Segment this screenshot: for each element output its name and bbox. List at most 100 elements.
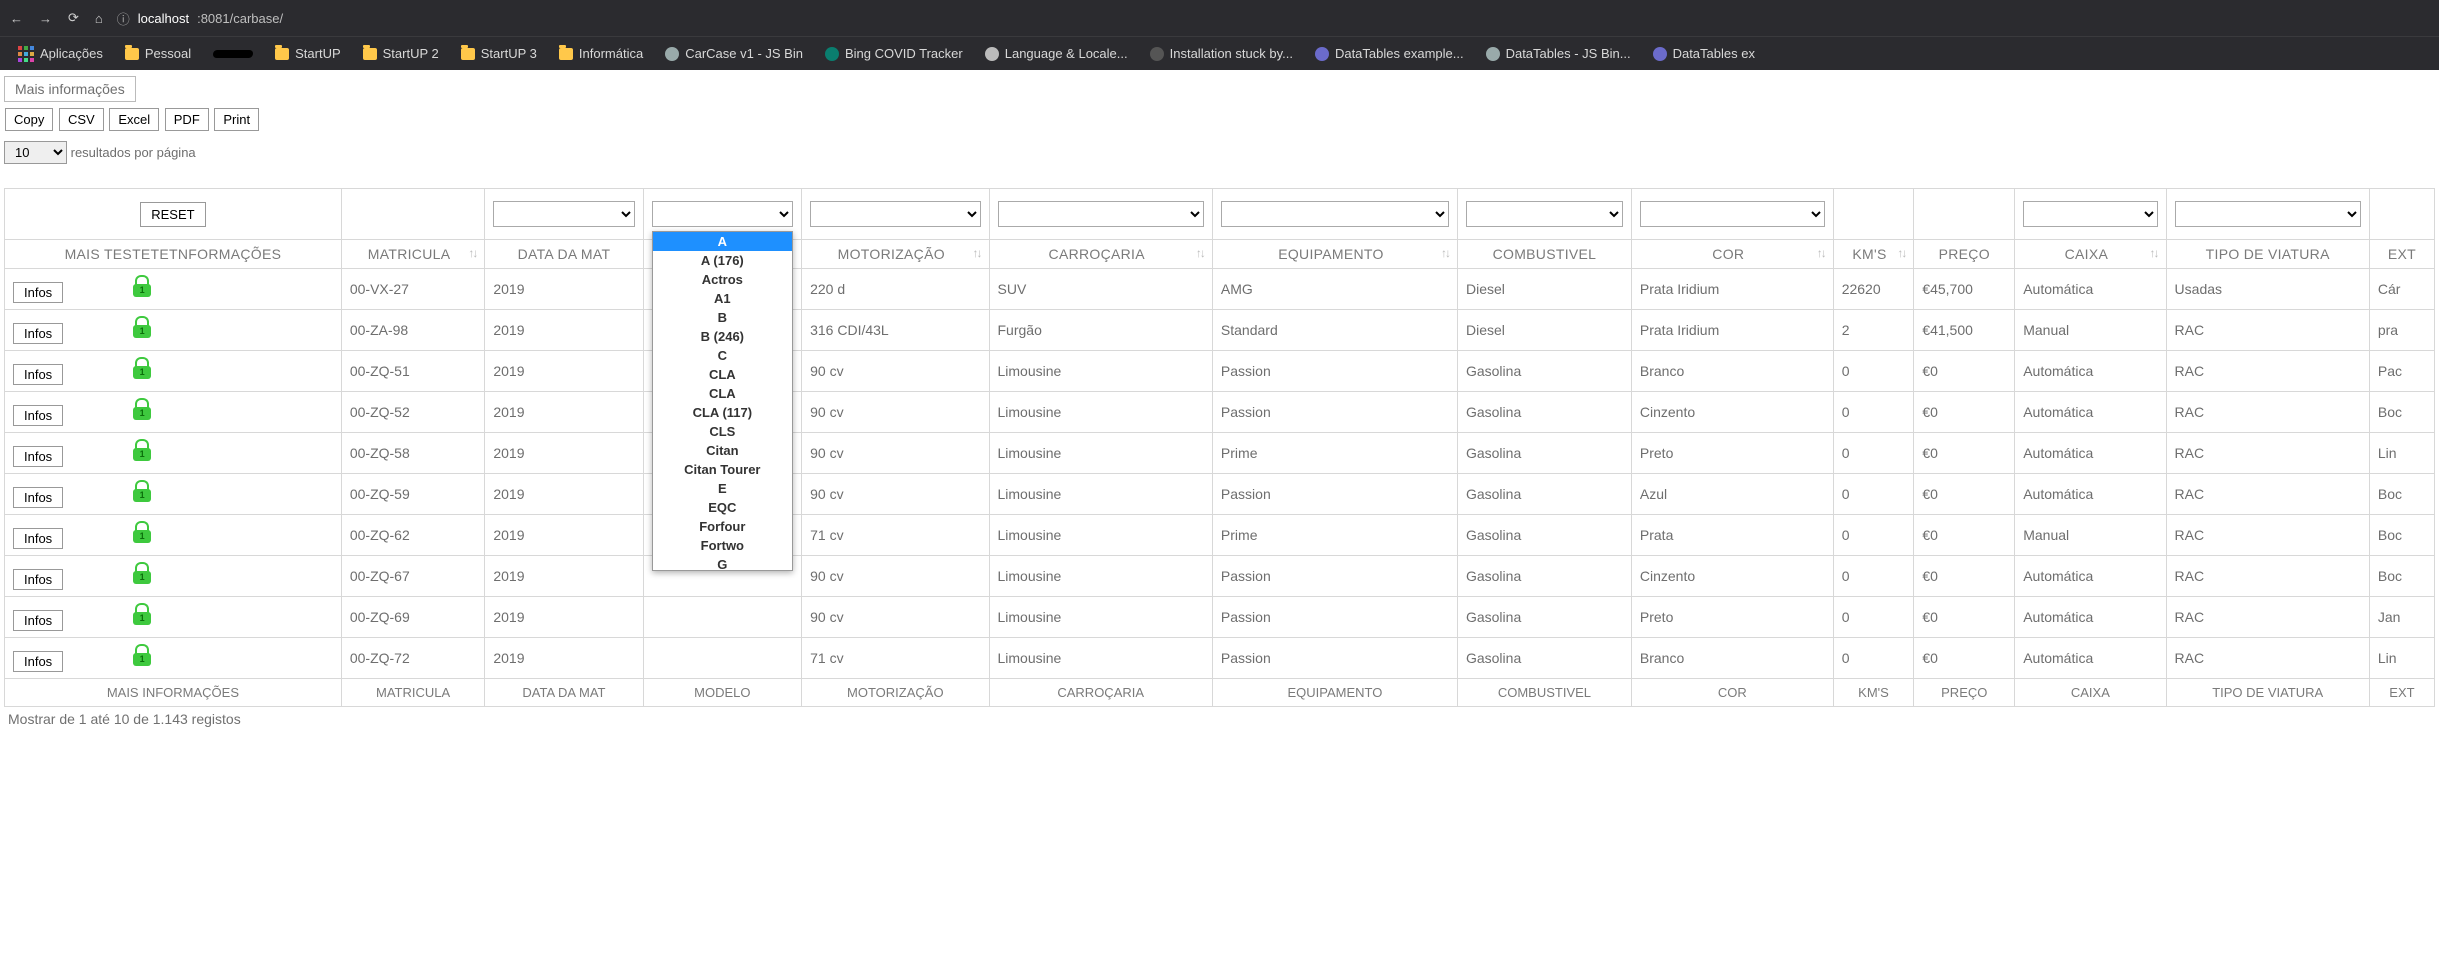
- filter-equipamento[interactable]: [1221, 201, 1449, 227]
- col-header-caixa[interactable]: CAIXA↑↓: [2015, 240, 2166, 269]
- page-length-select[interactable]: 10: [4, 141, 67, 164]
- modelo-option[interactable]: C: [653, 346, 793, 365]
- back-icon[interactable]: ←: [10, 11, 23, 26]
- bookmark-item[interactable]: Installation stuck by...: [1142, 42, 1301, 65]
- bookmark-item[interactable]: DataTables - JS Bin...: [1478, 42, 1639, 65]
- modelo-option[interactable]: CLS: [653, 422, 793, 441]
- col-header-info[interactable]: MAIS TESTETETNFORMAÇÕES: [5, 240, 342, 269]
- modelo-option[interactable]: Citan: [653, 441, 793, 460]
- table-row: Infos00-ZQ-52201990 cvLimousinePassionGa…: [5, 392, 2435, 433]
- modelo-option[interactable]: Actros: [653, 270, 793, 289]
- csv-button[interactable]: CSV: [59, 108, 104, 131]
- filter-modelo[interactable]: [652, 201, 794, 227]
- cell-motorizacao: 220 d: [802, 269, 989, 310]
- col-header-ext[interactable]: EXT: [2369, 240, 2434, 269]
- bookmark-item[interactable]: Language & Locale...: [977, 42, 1136, 65]
- modelo-option[interactable]: Citan Tourer: [653, 460, 793, 479]
- filter-cor[interactable]: [1640, 201, 1825, 227]
- infos-button[interactable]: Infos: [13, 405, 63, 426]
- modelo-option[interactable]: Forfour: [653, 517, 793, 536]
- infos-button[interactable]: Infos: [13, 364, 63, 385]
- infos-button[interactable]: Infos: [13, 610, 63, 631]
- filter-tipo[interactable]: [2175, 201, 2361, 227]
- col-header-kms[interactable]: KM'S↑↓: [1833, 240, 1914, 269]
- modelo-option[interactable]: Fortwo: [653, 536, 793, 555]
- cell-kms: 0: [1833, 638, 1914, 679]
- reload-icon[interactable]: ⟳: [68, 10, 79, 26]
- filter-carrocaria[interactable]: [998, 201, 1204, 227]
- cell-data-mat: 2019: [485, 515, 643, 556]
- cell-tipo: RAC: [2166, 597, 2369, 638]
- infos-button[interactable]: Infos: [13, 282, 63, 303]
- filter-caixa[interactable]: [2023, 201, 2157, 227]
- modelo-option[interactable]: CLA: [653, 365, 793, 384]
- filter-combustivel[interactable]: [1466, 201, 1623, 227]
- bookmark-item[interactable]: DataTables example...: [1307, 42, 1472, 65]
- lock-icon: [133, 398, 151, 420]
- bookmark-item[interactable]: DataTables ex: [1645, 42, 1763, 65]
- bookmark-item[interactable]: StartUP 2: [355, 42, 447, 65]
- cell-cor: Preto: [1631, 433, 1833, 474]
- folder-icon: [461, 48, 475, 60]
- modelo-option[interactable]: A1: [653, 289, 793, 308]
- cell-carrocaria: SUV: [989, 269, 1212, 310]
- filter-data-mat[interactable]: [493, 201, 634, 227]
- modelo-option[interactable]: G: [653, 555, 793, 571]
- col-header-tipo[interactable]: TIPO DE VIATURA: [2166, 240, 2369, 269]
- col-header-cor[interactable]: COR↑↓: [1631, 240, 1833, 269]
- cell-ext: pra: [2369, 310, 2434, 351]
- col-header-motorizacao[interactable]: MOTORIZAÇÃO↑↓: [802, 240, 989, 269]
- cell-carrocaria: Limousine: [989, 351, 1212, 392]
- home-icon[interactable]: ⌂: [95, 11, 103, 26]
- infos-button[interactable]: Infos: [13, 569, 63, 590]
- col-header-preco[interactable]: PREÇO: [1914, 240, 2015, 269]
- address-bar[interactable]: ⓘ localhost :8081/carbase/: [117, 9, 2429, 28]
- infos-button[interactable]: Infos: [13, 528, 63, 549]
- col-footer-preco: PREÇO: [1914, 679, 2015, 707]
- cell-ext: Lin: [2369, 433, 2434, 474]
- cell-cor: Azul: [1631, 474, 1833, 515]
- bookmark-item[interactable]: Informática: [551, 42, 651, 65]
- cell-kms: 0: [1833, 597, 1914, 638]
- modelo-option[interactable]: A: [653, 232, 793, 251]
- cell-ext: Boc: [2369, 556, 2434, 597]
- forward-icon[interactable]: →: [39, 11, 52, 26]
- col-header-matricula[interactable]: MATRICULA↑↓: [341, 240, 485, 269]
- infos-button[interactable]: Infos: [13, 651, 63, 672]
- modelo-option[interactable]: B: [653, 308, 793, 327]
- bookmark-item[interactable]: StartUP: [267, 42, 349, 65]
- col-header-data-mat[interactable]: DATA DA MAT: [485, 240, 643, 269]
- modelo-option[interactable]: EQC: [653, 498, 793, 517]
- excel-button[interactable]: Excel: [109, 108, 159, 131]
- infos-button[interactable]: Infos: [13, 323, 63, 344]
- table-row: Infos00-ZQ-72201971 cvLimousinePassionGa…: [5, 638, 2435, 679]
- reset-button[interactable]: RESET: [140, 202, 205, 227]
- filter-modelo-dropdown[interactable]: AA (176)ActrosA1BB (246)CCLACLACLA (117)…: [652, 231, 794, 571]
- infos-button[interactable]: Infos: [13, 446, 63, 467]
- cell-equipamento: Prime: [1212, 433, 1457, 474]
- bookmark-item[interactable]: CarCase v1 - JS Bin: [657, 42, 811, 65]
- col-footer-tipo: TIPO DE VIATURA: [2166, 679, 2369, 707]
- bookmark-item[interactable]: Aplicações: [10, 42, 111, 66]
- bookmark-item[interactable]: [205, 43, 261, 65]
- col-header-carrocaria[interactable]: CARROÇARIA↑↓: [989, 240, 1212, 269]
- col-header-combustivel[interactable]: COMBUSTIVEL: [1457, 240, 1631, 269]
- filter-motorizacao[interactable]: [810, 201, 980, 227]
- cell-kms: 0: [1833, 392, 1914, 433]
- cell-data-mat: 2019: [485, 310, 643, 351]
- site-icon: [1486, 47, 1500, 61]
- modelo-option[interactable]: E: [653, 479, 793, 498]
- modelo-option[interactable]: CLA (117): [653, 403, 793, 422]
- print-button[interactable]: Print: [214, 108, 259, 131]
- bookmark-item[interactable]: Bing COVID Tracker: [817, 42, 971, 65]
- copy-button[interactable]: Copy: [5, 108, 53, 131]
- col-header-equipamento[interactable]: EQUIPAMENTO↑↓: [1212, 240, 1457, 269]
- modelo-option[interactable]: A (176): [653, 251, 793, 270]
- infos-button[interactable]: Infos: [13, 487, 63, 508]
- modelo-option[interactable]: B (246): [653, 327, 793, 346]
- bookmark-item[interactable]: StartUP 3: [453, 42, 545, 65]
- bookmark-item[interactable]: Pessoal: [117, 42, 199, 65]
- pdf-button[interactable]: PDF: [165, 108, 209, 131]
- modelo-option[interactable]: CLA: [653, 384, 793, 403]
- info-icon[interactable]: ⓘ: [117, 9, 130, 28]
